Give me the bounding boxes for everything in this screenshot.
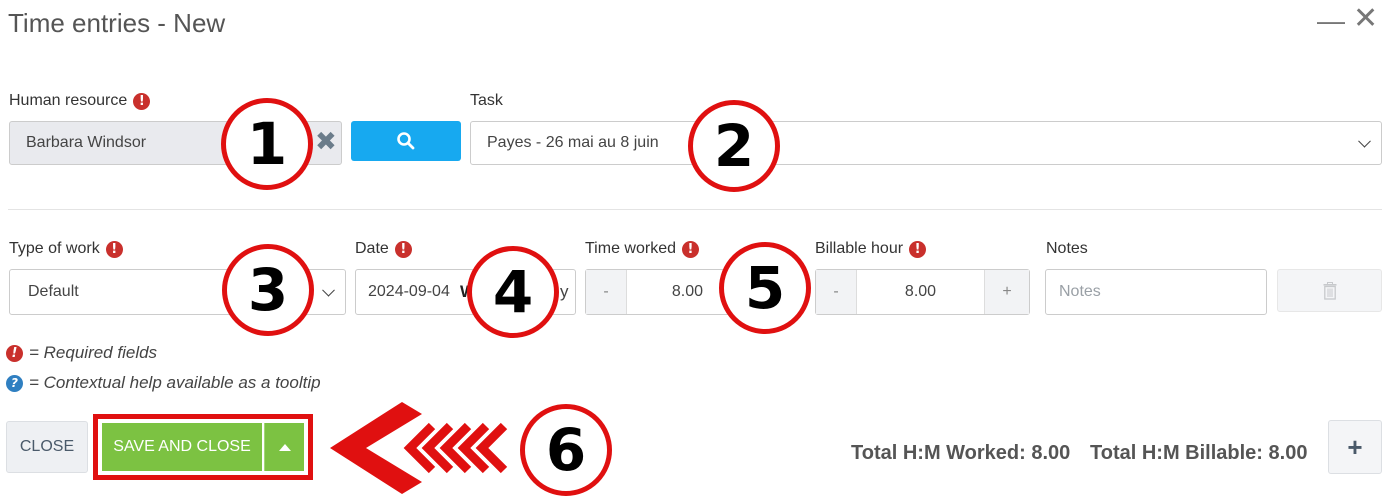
delete-row-button[interactable]: [1277, 269, 1382, 312]
required-icon: !: [105, 240, 123, 258]
trash-icon: [1323, 281, 1336, 300]
billable-hour-increment-button[interactable]: +: [985, 270, 1029, 314]
close-icon[interactable]: ✕: [1353, 4, 1378, 34]
date-value: 2024-09-04: [368, 283, 450, 300]
required-icon: !: [394, 240, 412, 258]
type-of-work-label: Type of work !: [9, 240, 123, 258]
notes-label: Notes: [1046, 240, 1088, 258]
task-label: Task: [470, 92, 503, 110]
search-icon: [397, 132, 415, 150]
required-icon: !: [133, 92, 151, 110]
chevron-down-icon: [1358, 134, 1371, 148]
date-label-text: Date: [355, 240, 389, 257]
billable-hour-decrement-button[interactable]: -: [816, 270, 856, 314]
minimize-icon[interactable]: —: [1317, 6, 1345, 36]
date-weekday-right: y: [560, 282, 569, 301]
billable-hour-label-text: Billable hour: [815, 240, 904, 257]
billable-hour-label: Billable hour !: [815, 240, 927, 258]
type-of-work-label-text: Type of work: [9, 240, 100, 257]
required-icon: !: [909, 240, 927, 258]
task-select[interactable]: Payes - 26 mai au 8 juin: [470, 121, 1382, 165]
total-billable: Total H:M Billable: 8.00: [1090, 442, 1308, 464]
notes-input[interactable]: Notes: [1045, 269, 1267, 315]
help-legend: ? = Contextual help available as a toolt…: [6, 373, 321, 393]
save-options-button[interactable]: [264, 423, 304, 471]
callout-5: 5: [719, 242, 811, 334]
clear-icon[interactable]: ✖: [315, 128, 337, 156]
section-divider: [8, 209, 1382, 210]
close-button[interactable]: CLOSE: [6, 421, 88, 473]
required-legend-text: = Required fields: [29, 343, 158, 362]
human-resource-label: Human resource !: [9, 92, 151, 110]
task-value: Payes - 26 mai au 8 juin: [487, 134, 659, 151]
total-worked: Total H:M Worked: 8.00: [851, 442, 1071, 464]
help-icon: ?: [6, 374, 23, 392]
notes-label-text: Notes: [1046, 240, 1088, 257]
callout-6: 6: [520, 404, 612, 496]
caret-up-icon: [278, 443, 291, 451]
window-title: Time entries - New: [8, 8, 226, 38]
annotation-arrow: [330, 402, 508, 494]
callout-4: 4: [467, 246, 559, 338]
date-label: Date !: [355, 240, 412, 258]
required-legend: ! = Required fields: [6, 343, 157, 363]
type-of-work-value: Default: [28, 283, 79, 300]
notes-placeholder: Notes: [1059, 283, 1101, 300]
help-legend-text: = Contextual help available as a tooltip: [29, 373, 321, 392]
callout-2: 2: [688, 100, 780, 192]
required-icon: !: [681, 240, 699, 258]
time-worked-decrement-button[interactable]: -: [586, 270, 626, 314]
required-icon: !: [6, 344, 23, 362]
save-and-close-button[interactable]: SAVE AND CLOSE: [102, 423, 262, 471]
search-button[interactable]: [351, 121, 461, 161]
callout-3: 3: [222, 244, 314, 336]
callout-1: 1: [221, 98, 313, 190]
time-worked-label-text: Time worked: [585, 240, 676, 257]
human-resource-value: Barbara Windsor: [26, 134, 147, 151]
human-resource-label-text: Human resource: [9, 92, 128, 109]
add-entry-button[interactable]: +: [1328, 420, 1382, 474]
chevron-down-icon: [322, 283, 335, 297]
save-highlight-box: SAVE AND CLOSE: [93, 414, 313, 480]
time-worked-label: Time worked !: [585, 240, 699, 258]
billable-hour-value[interactable]: 8.00: [856, 270, 985, 314]
task-label-text: Task: [470, 92, 503, 109]
billable-hour-stepper[interactable]: - 8.00 +: [815, 269, 1030, 315]
